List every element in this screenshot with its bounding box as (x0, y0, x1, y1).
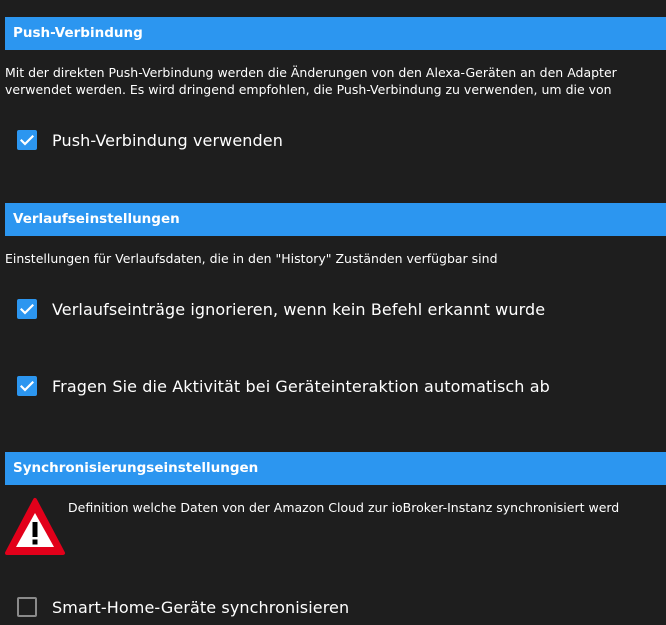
smart-home-sync-label: Smart-Home-Geräte synchronisieren (52, 597, 350, 617)
push-connection-checkbox[interactable] (17, 130, 37, 150)
warning-triangle-icon (4, 496, 66, 562)
history-option-ignore[interactable]: Verlaufseinträge ignorieren, wenn kein B… (17, 297, 545, 321)
section-header-history: Verlaufseinstellungen (5, 203, 666, 236)
history-description: Einstellungen für Verlaufsdaten, die in … (5, 251, 498, 266)
smart-home-sync-checkbox[interactable] (17, 597, 37, 617)
auto-activity-checkbox[interactable] (17, 376, 37, 396)
ignore-history-label: Verlaufseinträge ignorieren, wenn kein B… (52, 299, 546, 319)
sync-option-smart-home[interactable]: Smart-Home-Geräte synchronisieren (17, 595, 349, 619)
push-description-line-2: verwendet werden. Es wird dringend empfo… (5, 82, 612, 97)
ignore-history-checkbox[interactable] (17, 299, 37, 319)
auto-activity-label: Fragen Sie die Aktivität bei Geräteinter… (52, 376, 550, 396)
section-header-sync: Synchronisierungseinstellungen (5, 452, 666, 485)
push-connection-option[interactable]: Push-Verbindung verwenden (17, 128, 283, 152)
push-connection-label: Push-Verbindung verwenden (52, 130, 283, 150)
checkmark-icon (20, 303, 34, 315)
settings-page: Push-Verbindung Mit der direkten Push-Ve… (0, 0, 666, 625)
sync-description: Definition welche Daten von der Amazon C… (68, 500, 620, 515)
checkmark-icon (20, 380, 34, 392)
section-header-push: Push-Verbindung (5, 17, 666, 50)
checkmark-icon (20, 134, 34, 146)
push-description-line-1: Mit der direkten Push-Verbindung werden … (5, 65, 617, 80)
history-option-activity[interactable]: Fragen Sie die Aktivität bei Geräteinter… (17, 374, 550, 398)
